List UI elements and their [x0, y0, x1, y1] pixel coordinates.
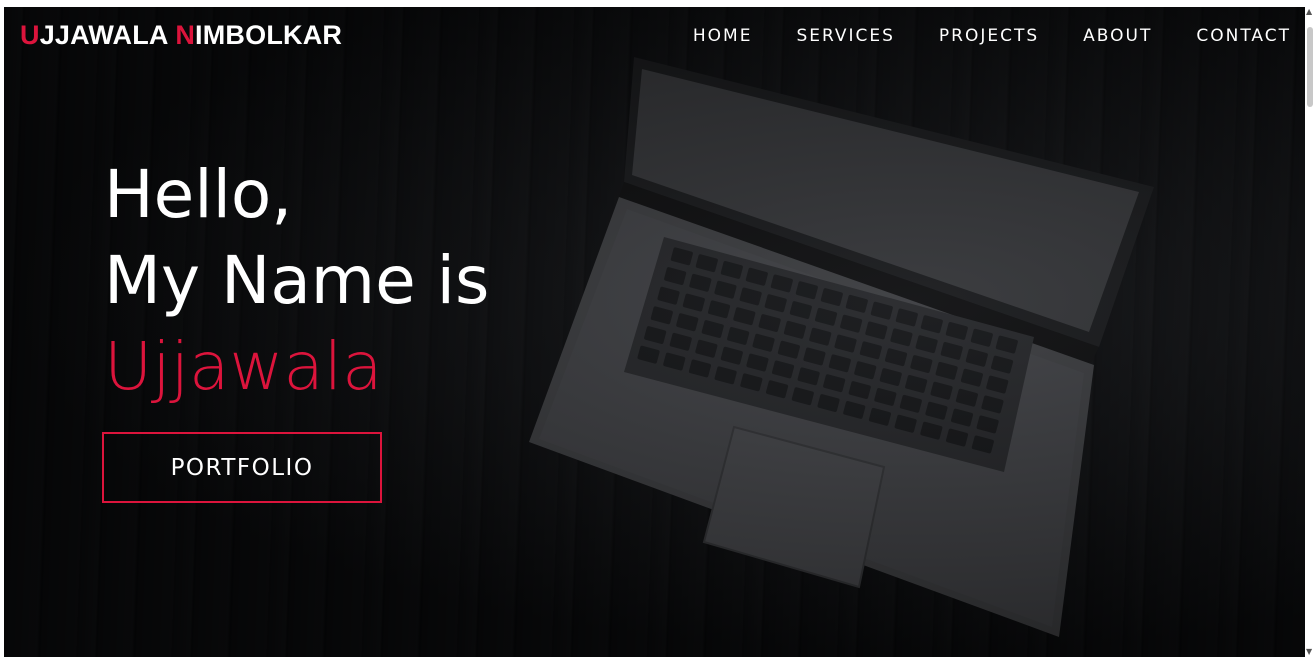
- scroll-down-arrow-icon[interactable]: ▼: [1306, 647, 1312, 657]
- scroll-up-arrow-icon[interactable]: ▲: [1306, 7, 1312, 17]
- main-nav: HOME SERVICES PROJECTS ABOUT CONTACT: [693, 26, 1291, 46]
- nav-about[interactable]: ABOUT: [1083, 26, 1152, 46]
- nav-projects[interactable]: PROJECTS: [939, 26, 1039, 46]
- nav-home[interactable]: HOME: [693, 26, 753, 46]
- page-scrollbar[interactable]: ▲ ▼: [1305, 7, 1313, 657]
- brand-initial-first: U: [20, 20, 40, 50]
- brand-initial-last: N: [175, 20, 196, 50]
- hero-greeting: Hello,: [104, 156, 293, 233]
- nav-services[interactable]: SERVICES: [796, 26, 894, 46]
- hero-text: Hello, My Name is Ujjawala: [104, 152, 489, 410]
- brand-logo[interactable]: UJJAWALA NIMBOLKAR: [20, 20, 342, 51]
- brand-rest-first: JJAWALA: [39, 20, 176, 50]
- brand-rest-last: IMBOLKAR: [195, 20, 343, 50]
- portfolio-button[interactable]: PORTFOLIO: [102, 432, 382, 503]
- hero-intro: My Name is: [104, 242, 490, 319]
- hero-name: Ujjawala: [104, 328, 383, 405]
- nav-contact[interactable]: CONTACT: [1196, 26, 1291, 46]
- scroll-thumb[interactable]: [1307, 27, 1313, 107]
